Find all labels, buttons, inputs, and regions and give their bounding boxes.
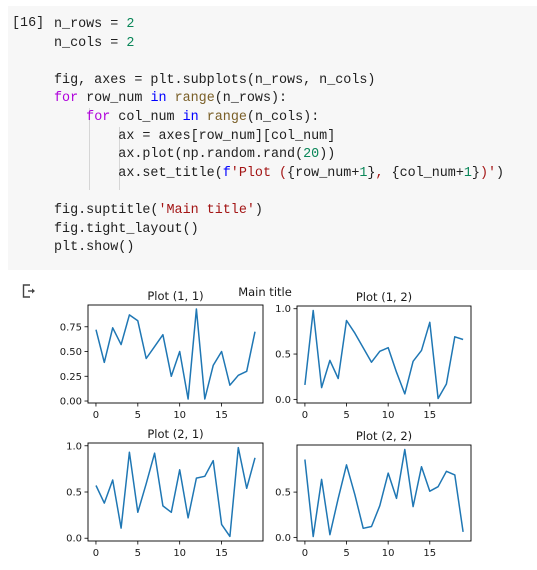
code-token: in (182, 109, 199, 125)
data-series-line (95, 446, 256, 538)
execution-count: [16] (12, 16, 45, 31)
code-token: ) (254, 202, 263, 218)
figure: Main title Plot (1, 1)0 5 10 150.000.250.50… (60, 285, 472, 559)
code-line: ax = axes[row_num][col_num] (54, 128, 504, 147)
x-tick-label: 0 (302, 410, 308, 421)
x-tick-label: 5 (343, 548, 349, 559)
code-token: {row_num+ (287, 165, 360, 181)
y-tick-label: 0.25 (60, 372, 82, 383)
code-token: ax.plot(np.random.rand( (54, 147, 304, 163)
code-token: n_rows = (54, 17, 127, 32)
code-token: in (150, 91, 167, 107)
code-line: ax.set_title(f'Plot ({row_num+ 1}, {col_n… (54, 165, 504, 184)
y-tick-label: 0.0 (275, 395, 291, 406)
data-series-line (304, 448, 464, 538)
x-tick-label: 0 (302, 548, 308, 559)
code-token: for (54, 91, 79, 107)
code-token: (n_rows): (214, 91, 288, 107)
code-token: fig.suptitle( (54, 202, 159, 218)
subplot-title: Plot (2, 1) (147, 427, 203, 441)
code-token: fig, axes = plt.subplots(n_rows, n_cols) (54, 72, 376, 88)
code-line: fig.suptitle('Main title') (54, 202, 504, 221)
code-token: 2 (126, 35, 135, 51)
code-token: col_num (110, 109, 183, 125)
y-tick-label: 0.50 (60, 347, 82, 358)
code-line: ax.plot(np.random.rand(20)) (54, 146, 504, 165)
code-token: plt.show() (54, 240, 135, 256)
code-token: ax.set_title( (54, 165, 223, 181)
code-token: range (174, 91, 215, 107)
x-tick-label: 10 (382, 410, 395, 421)
subplot-title: Plot (1, 2) (356, 290, 412, 304)
data-series-line (95, 308, 256, 400)
axes-frame (296, 305, 472, 404)
code-line: fig.tight_layout() (54, 221, 504, 240)
x-tick-label: 15 (423, 548, 436, 559)
code-line: for row_num in range(n_rows): (54, 90, 504, 109)
x-tick-label: 10 (173, 548, 186, 559)
code-token: } (471, 165, 480, 181)
y-tick-label: 1.0 (275, 304, 291, 315)
code-token: ) (496, 165, 505, 181)
code-line: for col_num in range(n_cols): (54, 109, 504, 128)
y-tick-label: 0.5 (275, 350, 291, 361)
code-token: )) (319, 147, 336, 163)
suptitle: Main title (238, 285, 292, 299)
code-token: 1 (463, 165, 472, 181)
code-token: (n_cols): (246, 109, 320, 125)
y-tick-label: 0.00 (60, 397, 82, 408)
code-line: n_cols = 2 (54, 35, 504, 54)
x-tick-label: 5 (135, 410, 141, 421)
code-token: {col_num+ (391, 165, 464, 181)
x-tick-label: 10 (382, 548, 395, 559)
code-token: fig.tight_layout() (54, 221, 199, 237)
y-tick-label: 0.0 (66, 534, 82, 545)
x-tick-label: 0 (93, 548, 99, 559)
subplot-title: Plot (2, 2) (356, 429, 412, 443)
x-tick-label: 15 (423, 410, 436, 421)
code-cell[interactable]: [16] n_rows = 2 n_cols = 2 fig, axes = pl… (8, 6, 537, 270)
code-line: n_rows = 2 (54, 16, 504, 35)
code-token: , (375, 165, 392, 181)
code-line: plt.show() (54, 239, 504, 258)
code-line: fig, axes = plt.subplots(n_rows, n_cols) (54, 72, 504, 91)
x-tick-label: 0 (93, 410, 99, 421)
x-tick-label: 5 (135, 548, 141, 559)
x-tick-label: 15 (215, 548, 228, 559)
code-token: 'Main title' (158, 202, 255, 218)
code-token: 'Plot ( (230, 165, 288, 181)
code-token: )' (479, 165, 497, 181)
code-token: for (86, 109, 111, 125)
y-tick-label: 0.5 (66, 488, 82, 499)
x-tick-label: 10 (173, 410, 186, 421)
y-tick-label: 0.0 (275, 533, 291, 544)
code-token: range (206, 109, 247, 125)
x-tick-label: 15 (215, 410, 228, 421)
y-tick-label: 0.75 (60, 322, 82, 333)
y-tick-label: 0.5 (275, 488, 291, 499)
y-tick-label: 1.0 (66, 441, 82, 452)
code-editor[interactable]: n_rows = 2 n_cols = 2 fig, axes = plt.sub… (54, 16, 504, 258)
code-token: 20 (303, 147, 320, 163)
data-series-line (304, 309, 464, 400)
code-token: row_num (78, 91, 151, 107)
axes-frame (87, 304, 264, 404)
code-token: ax = axes[row_num][col_num] (54, 128, 336, 144)
subplot-title: Plot (1, 1) (147, 289, 203, 303)
code-token: n_cols = (54, 35, 127, 51)
code-token: 2 (126, 17, 135, 32)
code-token: f (222, 165, 231, 181)
x-tick-label: 5 (343, 410, 349, 421)
